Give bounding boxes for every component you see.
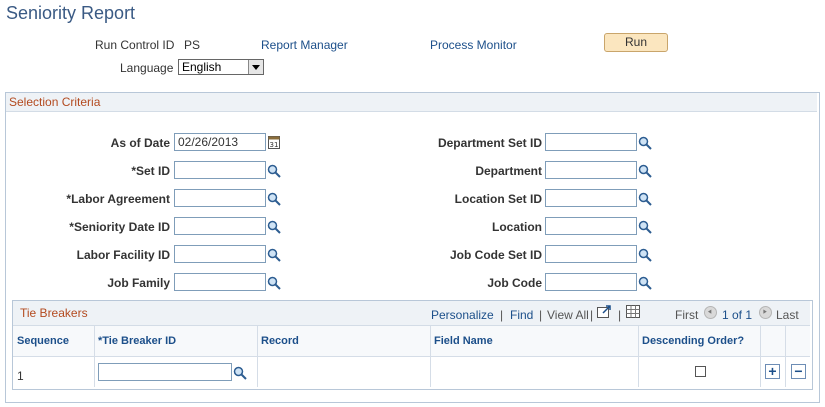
download-grid-icon[interactable] xyxy=(626,305,640,318)
delete-row-button[interactable]: − xyxy=(791,364,806,379)
lookup-icon[interactable] xyxy=(267,248,281,262)
selection-criteria-header xyxy=(6,93,817,112)
selection-criteria-title: Selection Criteria xyxy=(9,95,101,109)
page-title: Seniority Report xyxy=(6,3,136,23)
process-monitor-link[interactable]: Process Monitor xyxy=(430,38,517,52)
location-field[interactable] xyxy=(545,217,637,235)
labor-facility-id-label: Labor Facility ID xyxy=(76,248,170,262)
set-id-field[interactable] xyxy=(174,161,266,179)
job-code-set-id-label: Job Code Set ID xyxy=(449,248,542,262)
column-descending-order[interactable]: Descending Order? xyxy=(642,335,744,347)
job-code-label: Job Code xyxy=(487,276,542,290)
separator: | xyxy=(500,308,504,322)
run-control-value: PS xyxy=(184,38,201,52)
as-of-date-label: As of Date xyxy=(110,136,170,150)
tie-breaker-id-field[interactable] xyxy=(98,363,232,381)
column-sequence[interactable]: Sequence xyxy=(17,335,69,347)
department-set-id-label: Department Set ID xyxy=(437,136,542,150)
first-label: First xyxy=(675,308,699,322)
as-of-date-field[interactable] xyxy=(174,133,266,151)
previous-icon[interactable] xyxy=(704,306,717,319)
next-icon[interactable] xyxy=(759,306,772,319)
department-label: Department xyxy=(475,164,542,178)
view-all-label[interactable]: View All xyxy=(547,308,589,322)
seniority-date-id-label: *Seniority Date ID xyxy=(69,220,170,234)
labor-agreement-field[interactable] xyxy=(174,189,266,207)
report-manager-link[interactable]: Report Manager xyxy=(261,38,348,52)
job-code-field[interactable] xyxy=(545,273,637,291)
add-row-button[interactable]: + xyxy=(765,364,780,379)
language-select[interactable]: English xyxy=(178,59,264,75)
column-field-name[interactable]: Field Name xyxy=(434,335,493,347)
chevron-down-icon[interactable] xyxy=(248,60,263,74)
calendar-icon[interactable]: 31 xyxy=(268,135,280,149)
job-family-field[interactable] xyxy=(174,273,266,291)
last-label: Last xyxy=(776,308,799,322)
lookup-icon[interactable] xyxy=(638,136,652,150)
location-set-id-label: Location Set ID xyxy=(454,192,542,206)
separator: | xyxy=(590,308,594,322)
tie-breakers-title: Tie Breakers xyxy=(20,306,88,320)
personalize-link[interactable]: Personalize xyxy=(431,308,494,322)
lookup-icon[interactable] xyxy=(638,276,652,290)
lookup-icon[interactable] xyxy=(267,220,281,234)
department-set-id-field[interactable] xyxy=(545,133,637,151)
row-range: 1 of 1 xyxy=(722,308,753,322)
location-set-id-field[interactable] xyxy=(545,189,637,207)
lookup-icon[interactable] xyxy=(267,192,281,206)
job-family-label: Job Family xyxy=(107,276,170,290)
run-button[interactable]: Run xyxy=(604,33,668,52)
new-window-icon[interactable] xyxy=(597,305,613,319)
set-id-label: *Set ID xyxy=(131,164,170,178)
separator: | xyxy=(618,308,622,322)
language-label: Language xyxy=(120,61,174,75)
labor-agreement-label: *Labor Agreement xyxy=(66,192,170,206)
sequence-cell: 1 xyxy=(17,369,24,383)
lookup-icon[interactable] xyxy=(267,276,281,290)
column-record[interactable]: Record xyxy=(261,335,299,347)
lookup-icon[interactable] xyxy=(638,164,652,178)
find-link[interactable]: Find xyxy=(510,308,533,322)
separator: | xyxy=(539,308,543,322)
job-code-set-id-field[interactable] xyxy=(545,245,637,263)
labor-facility-id-field[interactable] xyxy=(174,245,266,263)
lookup-icon[interactable] xyxy=(638,220,652,234)
department-field[interactable] xyxy=(545,161,637,179)
location-label: Location xyxy=(492,220,542,234)
lookup-icon[interactable] xyxy=(638,192,652,206)
language-value: English xyxy=(182,60,222,74)
lookup-icon[interactable] xyxy=(267,164,281,178)
column-tie-breaker-id[interactable]: *Tie Breaker ID xyxy=(98,335,176,347)
run-control-label: Run Control ID xyxy=(95,38,175,52)
descending-order-checkbox[interactable] xyxy=(695,366,706,377)
lookup-icon[interactable] xyxy=(638,248,652,262)
seniority-date-id-field[interactable] xyxy=(174,217,266,235)
lookup-icon[interactable] xyxy=(233,366,247,380)
svg-text:31: 31 xyxy=(270,141,279,149)
